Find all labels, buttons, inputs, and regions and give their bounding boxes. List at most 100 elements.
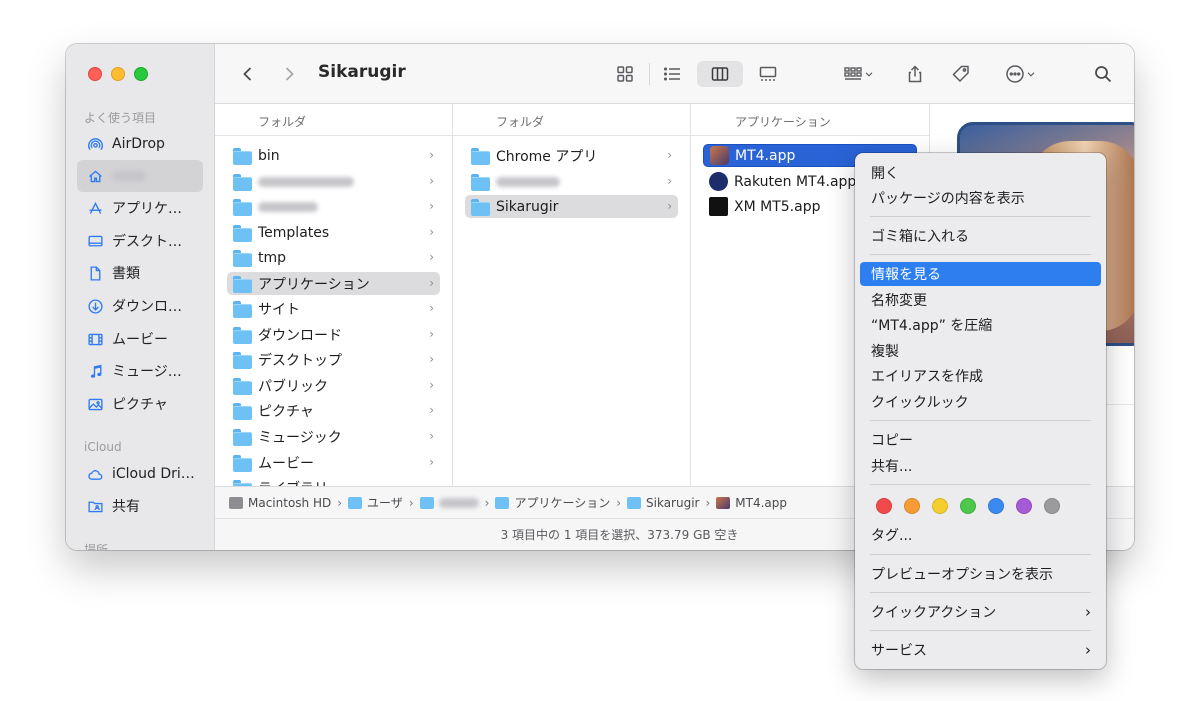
list-item-library[interactable]: ライブラリ [227,476,440,486]
sidebar-item-label: アプリケ… [112,201,182,217]
chevron-right-icon: › [429,225,434,239]
menu-item-copy[interactable]: コピー [860,428,1101,452]
menu-item-show-preview-options[interactable]: プレビューオプションを表示 [860,562,1101,586]
chevron-right-icon: › [429,403,434,417]
forward-button[interactable] [278,61,300,87]
icon-view-button[interactable] [612,61,638,87]
path-item-mt4-app[interactable]: MT4.app [716,496,787,510]
path-item-applications[interactable]: アプリケーション [495,494,610,511]
mt4-app-icon [716,496,731,509]
folder-icon [348,496,363,509]
sidebar-item-documents[interactable]: 書類 [77,257,203,289]
group-button[interactable] [836,61,882,87]
tag-button[interactable] [949,61,973,87]
sidebar-item-downloads[interactable]: ダウンロ… [77,290,203,322]
list-item-pictures[interactable]: ピクチャ › [227,399,440,422]
sidebar-item-applications[interactable]: アプリケ… [77,192,203,224]
tag-color-gray[interactable] [1044,498,1060,514]
path-item-macintosh-hd[interactable]: Macintosh HD [229,496,331,510]
sidebar-item-shared[interactable]: 共有 [77,490,203,522]
folder-icon [233,402,252,420]
menu-item-share[interactable]: 共有... [860,454,1101,478]
tag-color-yellow[interactable] [932,498,948,514]
rakuten-mt4-icon [709,172,728,191]
tag-color-orange[interactable] [904,498,920,514]
sidebar-item-pictures[interactable]: ピクチャ [77,388,203,420]
list-item-desktop[interactable]: デスクトップ › [227,348,440,371]
sidebar-item-label: ピクチャ [112,397,168,413]
tag-color-green[interactable] [960,498,976,514]
list-item-public[interactable]: パブリック › [227,374,440,397]
list-item-applications[interactable]: アプリケーション › [227,272,440,295]
menu-item-open[interactable]: 開く [860,161,1101,185]
list-item-label: XM MT5.app [734,198,821,215]
chevron-right-icon: › [1085,603,1091,621]
more-actions-button[interactable] [999,61,1043,87]
list-item-movies[interactable]: ムービー › [227,451,440,474]
column-view-button[interactable] [697,61,743,87]
menu-item-rename[interactable]: 名称変更 [860,288,1101,312]
list-item-blurred[interactable]: › [465,170,678,193]
menu-item-make-alias[interactable]: エイリアスを作成 [860,364,1101,388]
sidebar-item-desktop[interactable]: デスクト… [77,225,203,257]
sidebar-item-home[interactable] [77,160,203,192]
list-item-label: ピクチャ [258,403,314,420]
list-item-sites[interactable]: サイト › [227,297,440,320]
folder-icon [233,224,252,242]
back-button[interactable] [237,61,259,87]
download-icon [86,297,104,315]
sidebar-item-label-blurred [112,171,146,181]
columns-icon [711,67,729,81]
folder-icon [233,351,252,369]
tag-color-red[interactable] [876,498,892,514]
list-item-downloads[interactable]: ダウンロード › [227,323,440,346]
gallery-view-button[interactable] [755,61,781,87]
list-item-label: Sikarugir [496,198,559,215]
mt4-app-icon [710,146,729,165]
close-window-button[interactable] [88,67,102,81]
list-item-templates[interactable]: Templates › [227,221,440,244]
sidebar-item-music[interactable]: ミュージ… [77,355,203,387]
search-icon [1095,66,1112,83]
menu-item-compress[interactable]: “MT4.app” を圧縮 [860,313,1101,337]
tag-color-blue[interactable] [988,498,1004,514]
sidebar-item-icloud-drive[interactable]: iCloud Dri… [77,458,203,490]
menu-item-services[interactable]: サービス › [860,638,1101,662]
search-button[interactable] [1091,61,1115,87]
list-item-music[interactable]: ミュージック › [227,425,440,448]
list-item-sikarugir[interactable]: Sikarugir › [465,195,678,218]
path-item-home[interactable] [419,496,479,509]
list-item-bin[interactable]: bin › [227,144,440,167]
list-item-chrome-apps[interactable]: Chrome アプリ › [465,144,678,167]
sidebar-item-label: デスクト… [112,234,182,250]
chevron-right-icon: › [429,378,434,392]
chevron-right-icon: › [429,301,434,315]
menu-item-quick-look[interactable]: クイックルック [860,390,1101,414]
chevron-right-icon: › [429,352,434,366]
music-icon [86,362,104,380]
minimize-window-button[interactable] [111,67,125,81]
list-item-blurred[interactable]: › [227,195,440,218]
list-item-label: MT4.app [735,147,796,164]
menu-separator [870,554,1091,555]
sidebar-item-movies[interactable]: ムービー [77,323,203,355]
sidebar-item-airdrop[interactable]: AirDrop [77,128,203,160]
list-item-tmp[interactable]: tmp › [227,246,440,269]
zoom-window-button[interactable] [134,67,148,81]
menu-item-tags[interactable]: タグ... [860,523,1101,547]
share-button[interactable] [903,61,927,87]
path-item-sikarugir[interactable]: Sikarugir [627,496,699,510]
list-view-button[interactable] [659,61,685,87]
list-item-blurred[interactable]: › [227,170,440,193]
tag-icon [952,65,969,83]
menu-separator [870,254,1091,255]
menu-item-duplicate[interactable]: 複製 [860,339,1101,363]
chevron-right-icon: › [429,148,434,162]
menu-item-get-info[interactable]: 情報を見る [860,262,1101,286]
menu-item-show-package-contents[interactable]: パッケージの内容を表示 [860,186,1101,210]
path-item-users[interactable]: ユーザ [348,494,403,511]
menu-item-move-to-trash[interactable]: ゴミ箱に入れる [860,224,1101,248]
tag-color-purple[interactable] [1016,498,1032,514]
menu-item-quick-actions[interactable]: クイックアクション › [860,600,1101,624]
folder-icon [471,198,490,216]
